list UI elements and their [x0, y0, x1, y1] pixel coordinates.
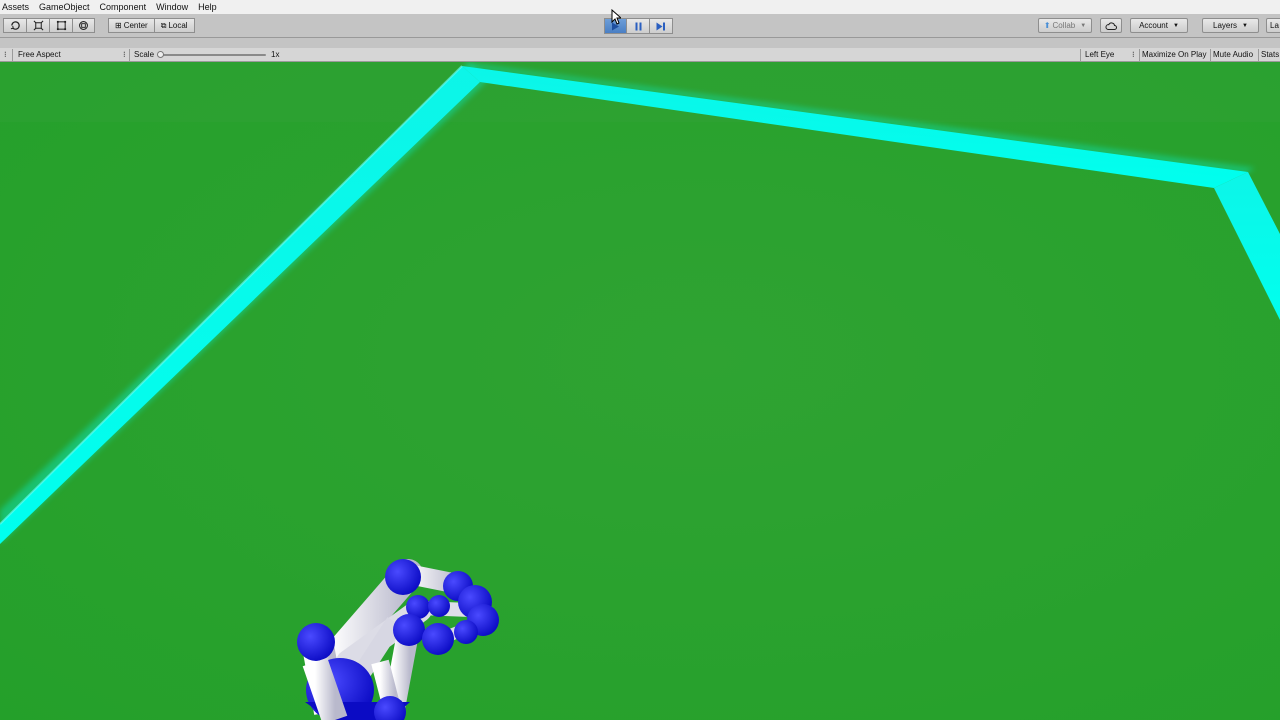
- collab-label: Collab: [1052, 21, 1076, 30]
- chevron-down-icon: ▼: [1242, 22, 1248, 29]
- scale-tool-button[interactable]: [26, 18, 49, 33]
- menu-bar: Assets GameObject Component Window Help: [0, 0, 1280, 14]
- mute-audio-toggle[interactable]: Mute Audio: [1213, 50, 1253, 59]
- divider: [1139, 49, 1140, 61]
- layers-dropdown[interactable]: Layers ▼: [1202, 18, 1259, 33]
- pivot-controls: ⊞ Center ⧉ Local: [108, 18, 195, 33]
- scale-value: 1x: [271, 50, 280, 59]
- divider: [12, 49, 13, 61]
- pivot-local-button[interactable]: ⧉ Local: [154, 18, 195, 33]
- transform-tools: [3, 18, 95, 33]
- divider: [1258, 49, 1259, 61]
- aspect-dropdown[interactable]: Free Aspect: [18, 50, 61, 59]
- scale-icon: [33, 20, 43, 31]
- pivot-center-label: Center: [123, 21, 148, 30]
- rect-tool-button[interactable]: [49, 18, 72, 33]
- pivot-center-button[interactable]: ⊞ Center: [108, 18, 155, 33]
- game-viewport[interactable]: [0, 62, 1280, 720]
- pause-icon: [635, 22, 641, 30]
- chevron-down-icon: ▼: [1172, 22, 1179, 29]
- layout-dropdown[interactable]: La: [1266, 18, 1280, 33]
- aspect-caret: ⁝: [123, 50, 126, 59]
- divider: [1210, 49, 1211, 61]
- game-display-caret[interactable]: ⁝: [4, 50, 7, 59]
- collab-icon: ⬆: [1043, 21, 1051, 30]
- stats-toggle[interactable]: Stats: [1261, 50, 1279, 59]
- divider: [129, 49, 130, 61]
- scale-label: Scale: [134, 50, 155, 59]
- main-toolbar: ⊞ Center ⧉ Local ⬆ Collab ▼ Account ▼ La…: [0, 14, 1280, 38]
- menu-assets[interactable]: Assets: [0, 2, 34, 12]
- layout-label: La: [1270, 21, 1279, 30]
- menu-component[interactable]: Component: [95, 2, 152, 12]
- menu-window[interactable]: Window: [151, 2, 193, 12]
- pivot-local-icon: ⧉: [160, 20, 167, 30]
- scale-slider-handle[interactable]: [157, 51, 164, 58]
- rotate-tool-button[interactable]: [3, 18, 26, 33]
- mouse-cursor-icon: [611, 9, 621, 25]
- cloud-icon: [1105, 21, 1117, 30]
- maximize-on-play-toggle[interactable]: Maximize On Play: [1142, 50, 1206, 59]
- eye-caret: ⁝: [1132, 50, 1135, 59]
- divider: [1080, 49, 1081, 61]
- step-icon: [656, 22, 665, 30]
- collab-dropdown[interactable]: ⬆ Collab ▼: [1038, 18, 1092, 33]
- cloud-button[interactable]: [1100, 18, 1122, 33]
- rotate-icon: [10, 21, 20, 30]
- tab-strip: [0, 38, 1280, 48]
- scene-render: [0, 62, 1280, 720]
- transform-icon: [79, 21, 88, 30]
- transform-tool-button[interactable]: [72, 18, 95, 33]
- chevron-down-icon: ▼: [1080, 22, 1087, 29]
- rect-icon: [56, 20, 66, 31]
- game-view-toolbar: ⁝ Free Aspect ⁝ Scale 1x Left Eye ⁝ Maxi…: [0, 48, 1280, 62]
- step-button[interactable]: [650, 18, 673, 34]
- account-label: Account: [1139, 21, 1168, 30]
- menu-gameobject[interactable]: GameObject: [34, 2, 95, 12]
- pause-button[interactable]: [627, 18, 650, 34]
- pivot-local-label: Local: [168, 21, 188, 30]
- pivot-center-icon: ⊞: [115, 21, 122, 30]
- menu-help[interactable]: Help: [193, 2, 222, 12]
- account-dropdown[interactable]: Account ▼: [1130, 18, 1188, 33]
- scale-slider-track[interactable]: [160, 54, 266, 56]
- layers-label: Layers: [1213, 21, 1238, 30]
- eye-dropdown[interactable]: Left Eye: [1085, 50, 1114, 59]
